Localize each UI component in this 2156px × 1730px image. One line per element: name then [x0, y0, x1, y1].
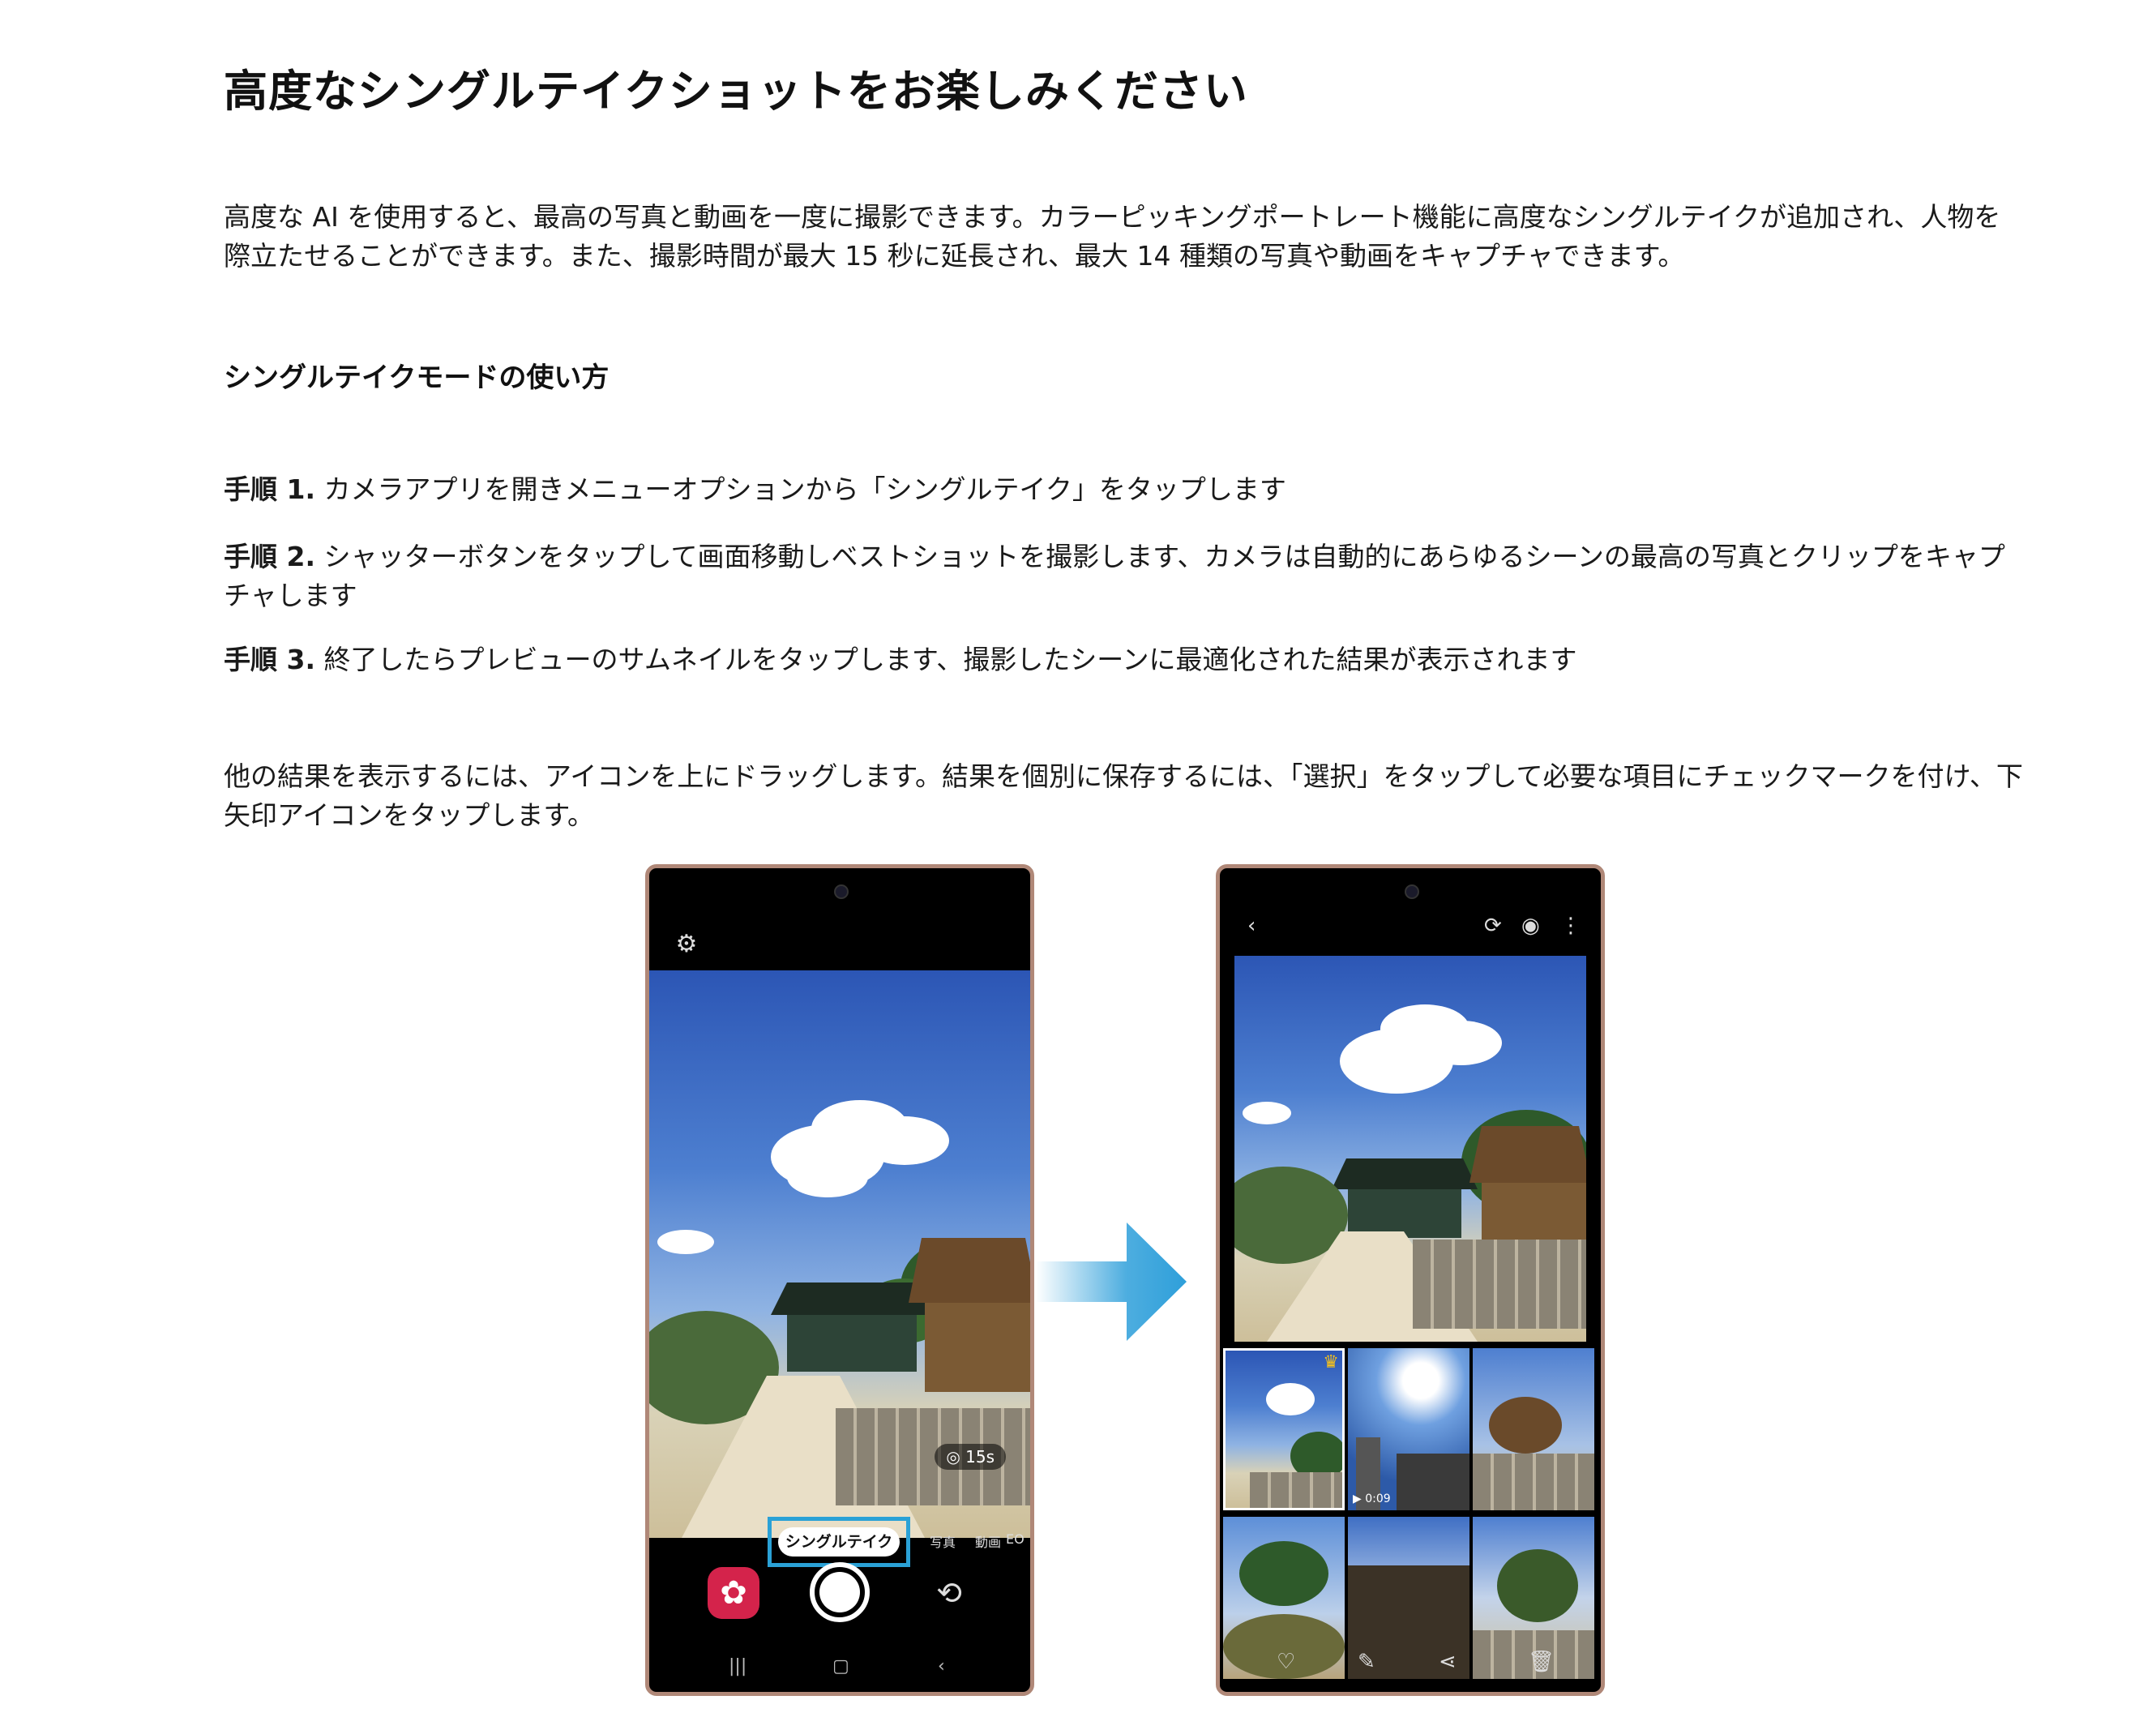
mode-video[interactable]: 動画 [975, 1531, 1001, 1551]
back-icon[interactable]: ‹ [938, 1656, 945, 1676]
settings-gear-icon: ⚙ [675, 930, 698, 958]
section-heading: シングルテイクモードの使い方 [224, 362, 610, 394]
step-2-label: 手順 2. [224, 541, 315, 572]
step-2-text: シャッターボタンをタップして画面移動しベストショットを撮影します、カメラは自動的… [224, 541, 2005, 611]
front-camera [834, 884, 849, 899]
preview-photo [1234, 956, 1586, 1342]
result-thumbnail-2[interactable]: ▶ 0:09 [1348, 1348, 1469, 1510]
result-thumbnail-best[interactable]: ♛ [1223, 1348, 1345, 1510]
step-3-label: 手順 3. [224, 644, 315, 675]
page-title: 高度なシングルテイクショットをお楽しみください [224, 66, 1248, 117]
gallery-action-bar: ♡ ✎ ⋖ 🗑 [1220, 1650, 1601, 1676]
step-1-label: 手順 1. [224, 473, 315, 505]
back-icon[interactable]: ‹ [1247, 914, 1256, 938]
intro-paragraph: 高度な AI を使用すると、最高の写真と動画を一度に撮影できます。カラーピッキン… [224, 201, 2001, 272]
shutter-button[interactable] [810, 1562, 870, 1622]
eye-icon[interactable]: ◉ [1521, 914, 1540, 938]
crown-icon: ♛ [1323, 1352, 1339, 1372]
step-3-text: 終了したらプレビューのサムネイルをタップします、撮影したシーンに最適化された結果… [315, 644, 1577, 675]
single-take-timer: ◎ 15s [935, 1444, 1006, 1470]
edit-icon[interactable]: ✎ [1358, 1650, 1375, 1674]
more-icon[interactable]: ⋮ [1560, 914, 1581, 938]
bixby-vision-icon[interactable]: ✿ [708, 1567, 759, 1619]
nav-bar: ||| ▢ ‹ [649, 1656, 1030, 1682]
gallery-phone-mockup: ‹ ⟳ ◉ ⋮ ♛ ▶ 0:09 ♡ ✎ ⋖ 🗑 [1216, 864, 1605, 1696]
flip-camera-icon[interactable]: ⟲ [928, 1572, 970, 1614]
mode-single-take[interactable]: シングルテイク [778, 1527, 900, 1557]
mode-extra[interactable]: EO [1006, 1531, 1025, 1547]
more-results-paragraph: 他の結果を表示するには、アイコンを上にドラッグします。結果を個別に保存するには、… [224, 760, 2023, 831]
transition-arrow [1036, 1223, 1187, 1341]
home-icon[interactable]: ▢ [832, 1656, 849, 1676]
recents-icon[interactable]: ||| [729, 1656, 746, 1676]
result-thumbnail-3[interactable] [1473, 1348, 1594, 1510]
trash-icon[interactable]: 🗑 [1528, 1650, 1555, 1674]
step-3: 手順 3. 終了したらプレビューのサムネイルをタップします、撮影したシーンに最適… [224, 640, 2023, 679]
remaster-icon[interactable]: ⟳ [1484, 914, 1502, 938]
results-grid: ♛ ▶ 0:09 [1220, 1345, 1601, 1690]
step-1: 手順 1. カメラアプリを開きメニューオプションから「シングルテイク」をタップし… [224, 470, 2023, 509]
step-2: 手順 2. シャッターボタンをタップして画面移動しベストショットを撮影します、カ… [224, 537, 2023, 615]
camera-phone-mockup: ⚙ ◎ 15s シングルテイク 写真 動画 EO ✿ ⟲ ||| ▢ ‹ [645, 864, 1034, 1696]
gallery-top-bar: ‹ ⟳ ◉ ⋮ [1220, 914, 1601, 946]
video-duration: ▶ 0:09 [1353, 1492, 1391, 1505]
step-1-text: カメラアプリを開きメニューオプションから「シングルテイク」をタップします [315, 473, 1286, 505]
front-camera [1405, 884, 1419, 899]
mode-photo[interactable]: 写真 [930, 1531, 956, 1551]
camera-mode-selector: シングルテイク 写真 動画 EO [649, 1517, 1030, 1569]
heart-icon[interactable]: ♡ [1277, 1650, 1295, 1674]
mode-highlight-box: シングルテイク [768, 1517, 910, 1567]
share-icon[interactable]: ⋖ [1439, 1650, 1457, 1674]
